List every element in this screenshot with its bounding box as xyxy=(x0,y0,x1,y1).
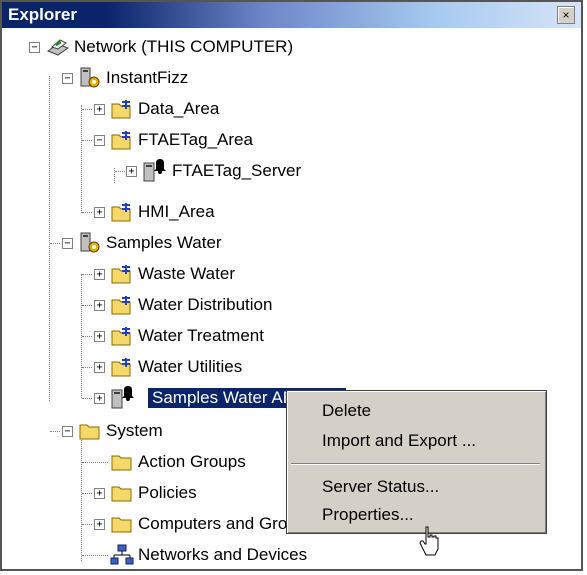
alarm-server-icon xyxy=(111,386,134,409)
tree-line xyxy=(82,367,92,368)
tree-label: Action Groups xyxy=(138,452,246,471)
tree-item-ftaetag-area[interactable]: − FTAETag_Area xyxy=(2,125,581,156)
tree-label: System xyxy=(106,421,163,440)
tree-line xyxy=(82,462,108,463)
tree-item-network[interactable]: − Network (THIS COMPUTER) xyxy=(2,32,581,63)
area-folder-icon xyxy=(111,358,131,377)
tree-label: FTAETag_Server xyxy=(172,161,302,180)
tree-line xyxy=(82,305,92,306)
folder-icon xyxy=(111,517,132,533)
expand-toggle[interactable]: + xyxy=(94,519,105,530)
collapse-toggle[interactable]: − xyxy=(62,426,73,437)
application-icon xyxy=(80,232,100,253)
expand-toggle[interactable]: + xyxy=(94,393,105,404)
tree-line xyxy=(50,243,60,244)
menu-item-server-status[interactable]: Server Status... xyxy=(288,473,543,501)
expand-toggle[interactable]: + xyxy=(94,104,105,115)
tree-label: InstantFizz xyxy=(106,68,189,87)
tree-line xyxy=(82,398,92,399)
close-button[interactable]: × xyxy=(557,6,575,24)
collapse-toggle[interactable]: − xyxy=(29,42,40,53)
tree-line xyxy=(82,109,92,110)
collapse-toggle[interactable]: − xyxy=(94,135,105,146)
tree-line xyxy=(82,493,92,494)
network-devices-icon xyxy=(110,544,134,565)
tree-line xyxy=(82,274,92,275)
collapse-toggle[interactable]: − xyxy=(62,73,73,84)
tree-item-hmi-area[interactable]: + HMI_Area xyxy=(2,197,581,228)
expand-toggle[interactable]: + xyxy=(94,488,105,499)
tree-item-data-area[interactable]: + Data_Area xyxy=(2,94,581,125)
area-folder-icon xyxy=(111,265,131,284)
tree-item-instantfizz[interactable]: − InstantFizz xyxy=(2,63,581,94)
tree-label: Policies xyxy=(138,483,197,502)
menu-separator xyxy=(291,463,540,465)
network-icon xyxy=(46,39,70,56)
menu-item-import-export[interactable]: Import and Export ... xyxy=(288,427,543,455)
tree-label: Waste Water xyxy=(138,264,235,283)
tree-item-water-utilities[interactable]: + Water Utilities xyxy=(2,352,581,383)
area-folder-icon xyxy=(111,203,131,222)
tree-label: HMI_Area xyxy=(138,202,215,221)
expand-toggle[interactable]: + xyxy=(94,269,105,280)
tree-item-waste-water[interactable]: + Waste Water xyxy=(2,259,581,290)
tree-line xyxy=(82,524,92,525)
tree-item-water-distribution[interactable]: + Water Distribution xyxy=(2,290,581,321)
expand-toggle[interactable]: + xyxy=(94,331,105,342)
application-icon xyxy=(80,67,100,88)
expand-toggle[interactable]: + xyxy=(94,362,105,373)
tree-line xyxy=(50,431,60,432)
area-folder-icon xyxy=(111,327,131,346)
context-menu: Delete Import and Export ... Server Stat… xyxy=(286,390,547,534)
tree-label: Water Distribution xyxy=(138,295,273,314)
tree-item-networks[interactable]: Networks and Devices xyxy=(2,540,581,569)
area-folder-icon xyxy=(111,131,131,150)
expand-toggle[interactable]: + xyxy=(94,207,105,218)
tree-line xyxy=(115,171,125,172)
expand-toggle[interactable]: + xyxy=(94,300,105,311)
tree-label: Networks and Devices xyxy=(138,545,308,564)
area-folder-icon xyxy=(111,296,131,315)
folder-icon xyxy=(79,424,100,440)
menu-item-delete[interactable]: Delete xyxy=(288,397,543,425)
collapse-toggle[interactable]: − xyxy=(62,238,73,249)
window-title: Explorer xyxy=(8,5,77,24)
tree-label: Data_Area xyxy=(138,99,220,118)
tree-line xyxy=(82,140,92,141)
tree-item-ftaetag-server[interactable]: + FTAETag_Server xyxy=(2,156,581,187)
pointer-cursor-icon xyxy=(419,526,439,556)
title-bar[interactable]: Explorer × xyxy=(2,2,581,28)
tree-line xyxy=(82,212,92,213)
tree-item-samples-water[interactable]: − Samples Water xyxy=(2,228,581,259)
tree-label: Samples Water xyxy=(106,233,222,252)
expand-toggle[interactable]: + xyxy=(126,166,137,177)
tree-label: Network (THIS COMPUTER) xyxy=(74,37,294,56)
tree-label: FTAETag_Area xyxy=(138,130,253,149)
tree-item-water-treatment[interactable]: + Water Treatment xyxy=(2,321,581,352)
tree-label: Water Treatment xyxy=(138,326,264,345)
tree-line xyxy=(82,336,92,337)
tree-line xyxy=(82,555,108,556)
folder-icon xyxy=(111,486,132,502)
alarm-server-icon xyxy=(143,159,166,182)
tree-label: Water Utilities xyxy=(138,357,243,376)
area-folder-icon xyxy=(111,100,131,119)
folder-icon xyxy=(111,455,132,471)
menu-item-properties[interactable]: Properties... xyxy=(288,501,543,529)
